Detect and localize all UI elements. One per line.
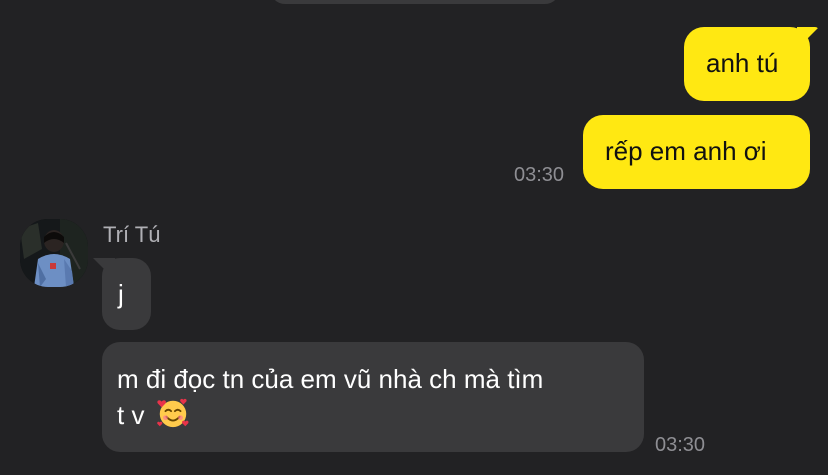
- incoming-message-bubble[interactable]: m đi đọc tn của em vũ nhà ch mà tìm t v: [102, 342, 644, 452]
- sender-name: Trí Tú: [103, 222, 161, 247]
- outgoing-message-bubble[interactable]: rếp em anh ơi: [583, 115, 810, 189]
- bubble-tail: [797, 27, 819, 49]
- sender-avatar[interactable]: [20, 219, 88, 287]
- incoming-message-bubble[interactable]: j: [93, 258, 151, 330]
- bubble-tail: [93, 258, 115, 280]
- message-text: anh tú: [706, 48, 779, 78]
- previous-message-bubble[interactable]: [270, 0, 560, 4]
- avatar-photo: [20, 219, 88, 287]
- smiling-face-with-hearts-icon: [156, 398, 189, 428]
- message-text: t v: [117, 400, 145, 430]
- message-text: rếp em anh ơi: [605, 136, 767, 166]
- outgoing-message-bubble[interactable]: anh tú: [684, 27, 819, 101]
- chat-window[interactable]: anh tú rếp em anh ơi 03:30 Trí Tú j m đi…: [0, 0, 828, 475]
- message-text-line: m đi đọc tn của em vũ nhà ch mà tìm: [117, 364, 544, 394]
- message-text: j: [118, 279, 124, 309]
- message-text-line-2: t v: [117, 396, 628, 432]
- message-timestamp: 03:30: [514, 164, 565, 186]
- message-timestamp: 03:30: [655, 434, 706, 456]
